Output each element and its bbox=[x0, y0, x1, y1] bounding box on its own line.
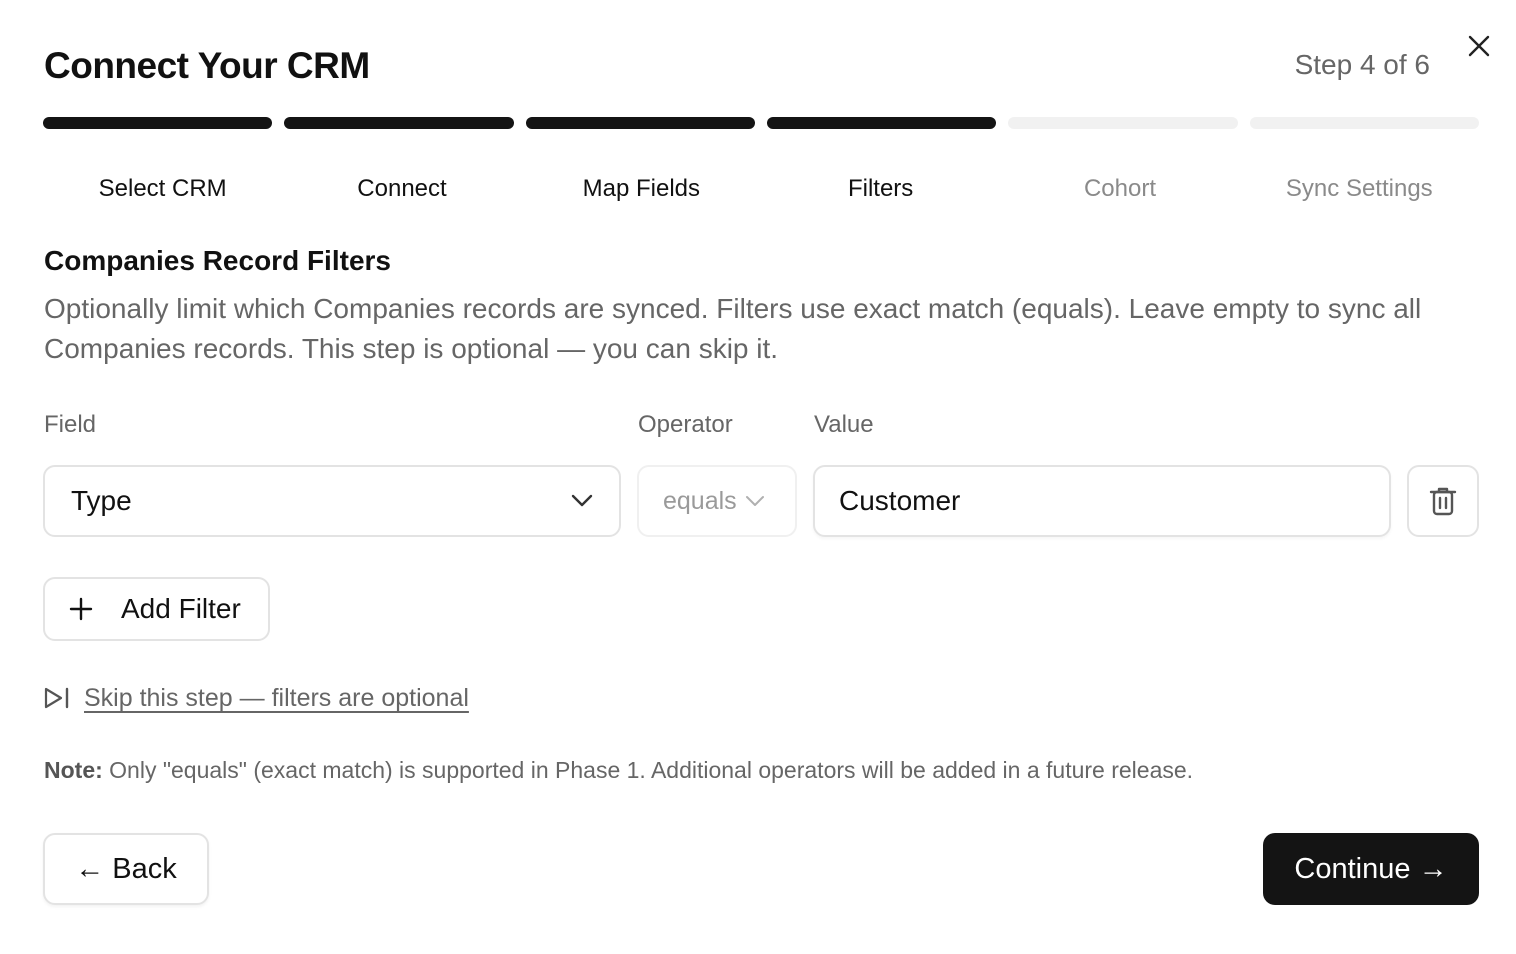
step-tabs: Select CRM Connect Map Fields Filters Co… bbox=[43, 170, 1479, 208]
skip-forward-icon bbox=[44, 687, 69, 709]
progress-segment bbox=[525, 117, 755, 129]
step-sync-settings: Sync Settings bbox=[1285, 175, 1433, 202]
step-map-fields[interactable]: Map Fields bbox=[522, 170, 761, 208]
plus-icon bbox=[69, 597, 93, 621]
value-input[interactable] bbox=[813, 465, 1391, 537]
section-title: Companies Record Filters bbox=[44, 245, 391, 276]
add-filter-button[interactable]: Add Filter bbox=[43, 577, 270, 641]
field-column-label: Field bbox=[44, 411, 97, 438]
field-select-value: Type bbox=[71, 485, 132, 516]
field-select[interactable]: Type bbox=[43, 465, 621, 537]
progress-segment bbox=[43, 117, 273, 129]
connect-crm-modal: Connect Your CRM Step 4 of 6 Select CRM … bbox=[0, 0, 1516, 954]
progress-bar bbox=[43, 117, 1479, 129]
note-text: Only "equals" (exact match) is supported… bbox=[102, 757, 1194, 783]
close-icon bbox=[1468, 35, 1490, 57]
step-cohort: Cohort bbox=[1083, 175, 1156, 202]
step-filters[interactable]: Filters bbox=[761, 170, 1000, 208]
operator-select: equals bbox=[637, 465, 797, 537]
progress-segment bbox=[1008, 117, 1238, 129]
close-button[interactable] bbox=[1462, 29, 1496, 63]
step-indicator: Step 4 of 6 bbox=[1294, 49, 1430, 80]
progress-segment bbox=[766, 117, 997, 129]
skip-link-text: Skip this step — filters are optional bbox=[84, 684, 469, 712]
progress-segment bbox=[1249, 117, 1479, 129]
step-select-crm[interactable]: Select CRM bbox=[43, 170, 282, 208]
operator-select-value: equals bbox=[663, 486, 737, 515]
delete-filter-button[interactable] bbox=[1407, 465, 1479, 537]
note-label: Note: bbox=[44, 757, 103, 783]
section-description: Optionally limit which Companies records… bbox=[44, 293, 1422, 364]
continue-button[interactable]: Continue → bbox=[1263, 833, 1479, 905]
chevron-down-icon bbox=[571, 494, 593, 508]
operator-column-label: Operator bbox=[638, 411, 733, 438]
progress-segment bbox=[284, 117, 514, 129]
step-connect[interactable]: Connect bbox=[282, 170, 521, 208]
add-filter-label: Add Filter bbox=[121, 593, 241, 624]
value-column-label: Value bbox=[814, 411, 874, 438]
phase-note: Note: Only "equals" (exact match) is sup… bbox=[44, 753, 1193, 787]
trash-icon bbox=[1429, 487, 1457, 516]
back-button[interactable]: ← Back bbox=[43, 833, 209, 905]
chevron-down-icon bbox=[745, 495, 765, 507]
skip-step-link[interactable]: Skip this step — filters are optional bbox=[44, 681, 469, 715]
modal-title: Connect Your CRM bbox=[44, 45, 370, 86]
